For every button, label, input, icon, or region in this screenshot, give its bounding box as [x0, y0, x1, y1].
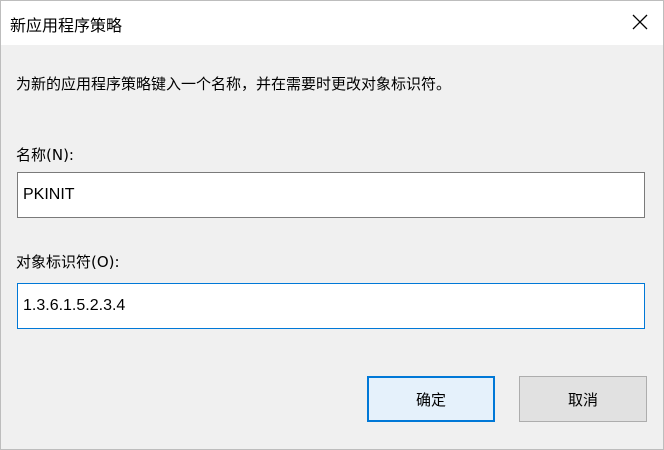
- dialog-title: 新应用程序策略: [10, 16, 123, 35]
- dialog-description: 为新的应用程序策略键入一个名称，并在需要时更改对象标识符。: [16, 75, 452, 93]
- cancel-button[interactable]: 取消: [519, 376, 647, 422]
- close-icon: [632, 14, 648, 30]
- ok-button[interactable]: 确定: [367, 376, 495, 422]
- object-identifier-input[interactable]: [17, 283, 645, 329]
- name-label: 名称(N):: [16, 146, 74, 164]
- object-identifier-label: 对象标识符(O):: [16, 253, 120, 271]
- close-button[interactable]: [617, 1, 663, 45]
- new-application-policy-dialog: 新应用程序策略 为新的应用程序策略键入一个名称，并在需要时更改对象标识符。 名称…: [0, 0, 664, 450]
- title-bar: 新应用程序策略: [1, 1, 663, 45]
- name-input[interactable]: [17, 172, 645, 218]
